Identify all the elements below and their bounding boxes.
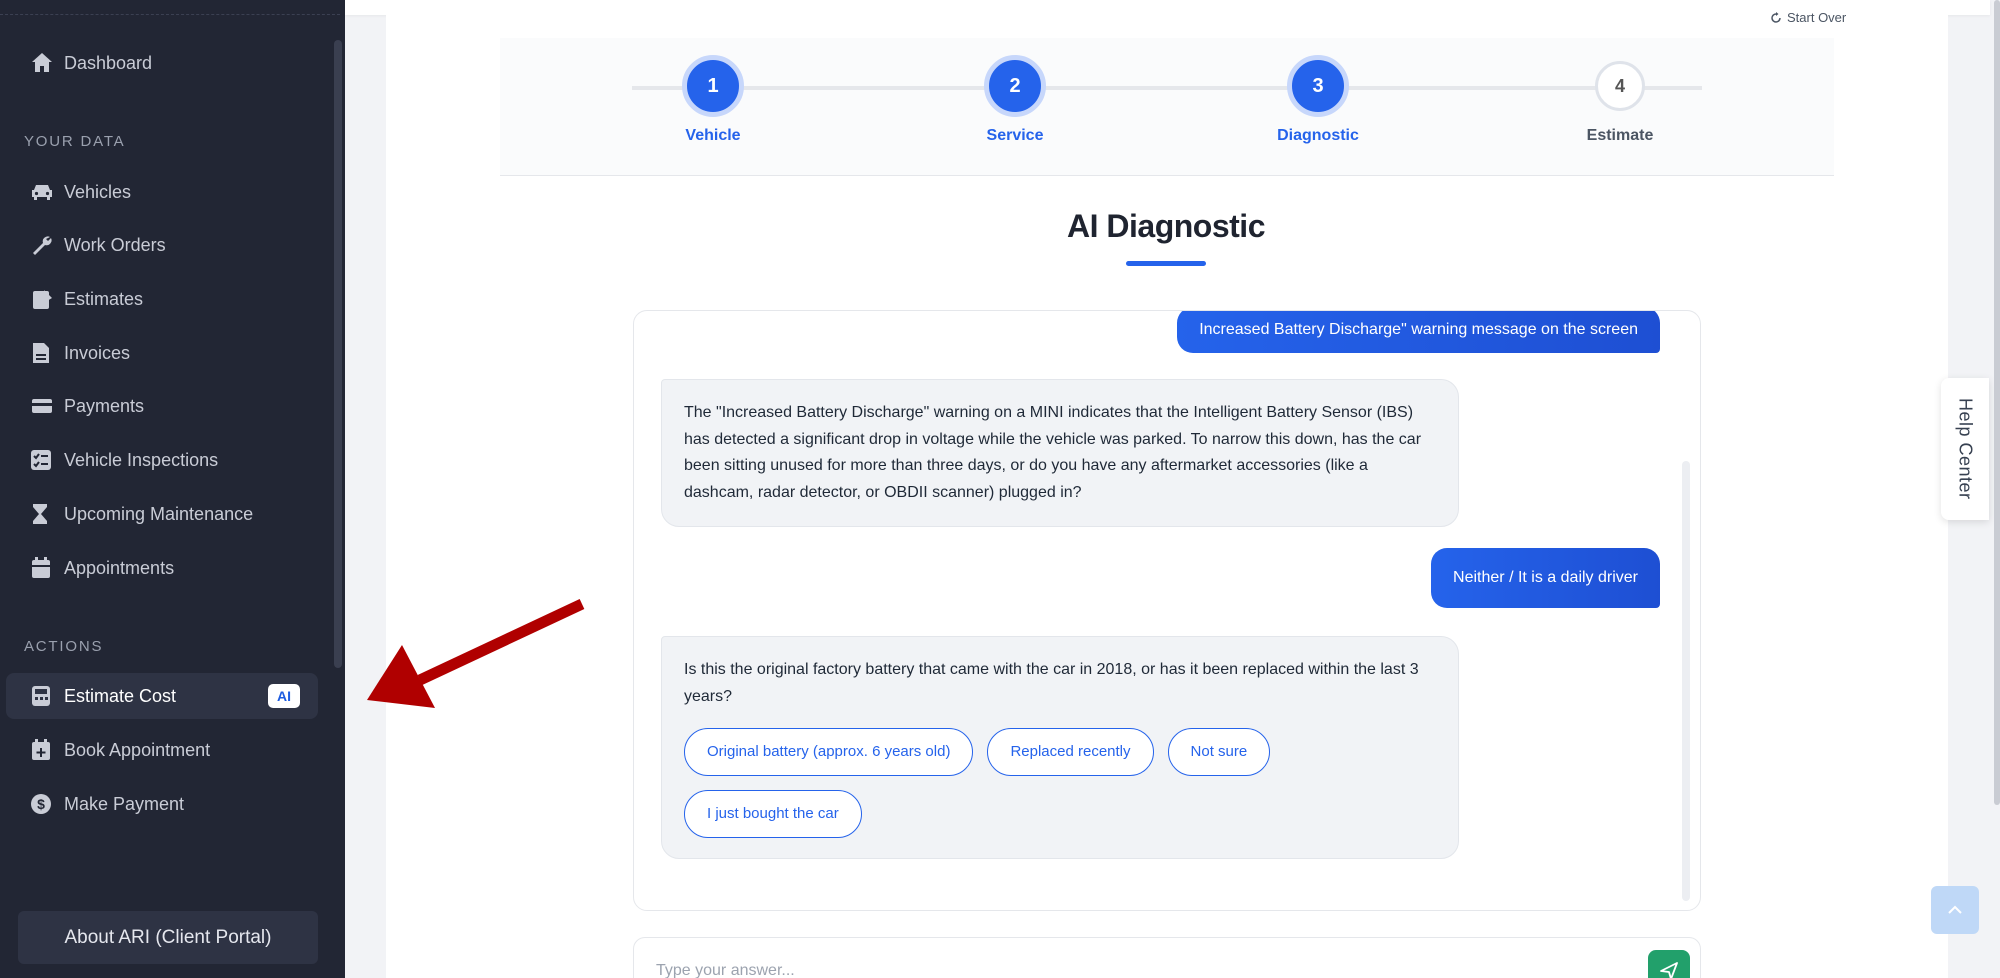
title-underline [1126,261,1206,266]
sidebar-item-label: Invoices [64,342,131,363]
sidebar-item-label: Estimate Cost [64,685,177,706]
sidebar-item-appointments[interactable]: Appointments [6,545,318,591]
step-estimate[interactable]: 4 Estimate [1540,61,1700,145]
help-center-label: Help Center [1955,398,1976,500]
user-message: Neither / It is a daily driver [1431,548,1660,608]
sidebar-item-upcoming-maintenance[interactable]: Upcoming Maintenance [6,491,318,537]
option-not-sure[interactable]: Not sure [1167,728,1271,776]
sidebar-item-book-appointment[interactable]: Book Appointment [6,727,318,773]
estimate-icon [30,286,64,312]
ai-badge: AI [268,684,300,708]
car-icon [30,179,64,205]
sidebar-item-make-payment[interactable]: $ Make Payment [6,781,318,827]
invoice-icon [30,340,64,366]
page-title: AI Diagnostic [1067,208,1265,244]
step-label: Service [986,127,1044,144]
home-icon [30,50,64,76]
step-service[interactable]: 2 Service [935,55,1095,145]
sidebar-item-estimate-cost[interactable]: Estimate Cost AI [6,673,318,719]
sidebar-scrollbar[interactable] [334,40,342,668]
sidebar-item-vehicle-inspections[interactable]: Vehicle Inspections [6,437,318,483]
sidebar-item-estimates[interactable]: Estimates [6,276,318,322]
step-diagnostic[interactable]: 3 Diagnostic [1238,55,1398,145]
option-just-bought[interactable]: I just bought the car [684,790,862,838]
dollar-icon: $ [30,791,64,817]
sidebar-item-vehicles[interactable]: Vehicles [6,169,318,215]
page-scrollbar[interactable] [1994,0,2000,805]
help-center-tab[interactable]: Help Center [1941,378,1989,520]
section-heading-actions: ACTIONS [24,638,104,655]
start-over-label: Start Over [1787,10,1847,25]
start-over-button[interactable]: Start Over [1770,10,1846,25]
section-heading-your-data: YOUR DATA [24,133,126,150]
sidebar-item-label: Make Payment [64,793,185,814]
sidebar-item-label: Appointments [64,557,175,578]
wrench-icon [30,232,64,258]
step-number: 1 [682,55,744,117]
chat-scrollbar[interactable] [1682,461,1690,901]
svg-text:$: $ [37,796,45,812]
about-button[interactable]: About ARI (Client Portal) [18,911,318,964]
send-button[interactable] [1648,950,1690,978]
sidebar-item-payments[interactable]: Payments [6,383,318,429]
refresh-icon [1771,11,1781,23]
option-original-battery[interactable]: Original battery (approx. 6 years old) [684,728,974,776]
checklist-icon [30,447,64,473]
ai-message-text: Is this the original factory battery tha… [684,661,1419,705]
ai-message: The "Increased Battery Discharge" warnin… [661,379,1459,527]
step-label: Vehicle [685,127,741,144]
calendar-plus-icon [30,737,64,763]
sidebar-item-work-orders[interactable]: Work Orders [6,222,318,268]
sidebar: Dashboard YOUR DATA Vehicles Work Orders… [0,0,345,978]
sidebar-item-label: Payments [64,395,145,416]
calculator-icon [30,683,64,709]
step-label: Estimate [1586,127,1654,144]
ai-message: Is this the original factory battery tha… [661,636,1459,859]
step-vehicle[interactable]: 1 Vehicle [633,55,793,145]
calendar-icon [30,555,64,581]
sidebar-item-label: Upcoming Maintenance [64,503,254,524]
sidebar-item-label: Estimates [64,288,144,309]
sidebar-divider [0,14,340,15]
answer-input[interactable] [656,962,1556,978]
chat-window: Increased Battery Discharge" warning mes… [633,310,1701,911]
scroll-to-top-button[interactable] [1931,886,1979,934]
sidebar-item-label: Dashboard [64,52,153,73]
step-number: 4 [1595,61,1645,111]
sidebar-item-label: Vehicles [64,181,132,202]
user-message: Increased Battery Discharge" warning mes… [1177,311,1660,353]
hourglass-icon [30,501,64,527]
sidebar-item-label: Work Orders [64,234,166,255]
sidebar-item-dashboard[interactable]: Dashboard [6,40,318,86]
credit-card-icon [30,393,64,419]
send-icon [1660,962,1678,978]
chevron-up-icon [1948,905,1962,914]
top-bar [345,0,1990,15]
step-number: 2 [984,55,1046,117]
sidebar-item-invoices[interactable]: Invoices [6,330,318,376]
answer-input-box [633,937,1701,978]
sidebar-item-label: Book Appointment [64,739,211,760]
step-label: Diagnostic [1277,127,1359,144]
annotation-arrow-icon [367,599,585,708]
quick-reply-options: Original battery (approx. 6 years old) R… [684,728,1436,838]
option-replaced-recently[interactable]: Replaced recently [987,728,1154,776]
sidebar-item-label: Vehicle Inspections [64,449,219,470]
step-number: 3 [1287,55,1349,117]
